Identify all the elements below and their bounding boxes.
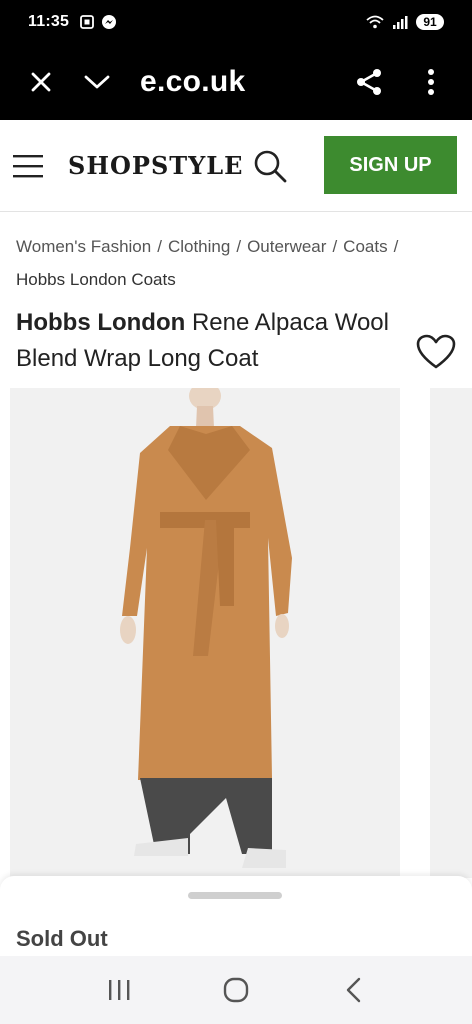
breadcrumb-item[interactable]: Outerwear (247, 237, 326, 256)
browser-toolbar: e.co.uk (0, 44, 472, 120)
recents-button[interactable] (99, 970, 139, 1010)
signal-icon (393, 16, 408, 29)
back-button[interactable] (333, 970, 373, 1010)
availability-status: Sold Out (16, 926, 108, 951)
screenshot-icon (80, 15, 94, 29)
url-text[interactable]: e.co.uk (140, 65, 245, 99)
breadcrumb-separator: / (393, 237, 399, 256)
more-options-button[interactable] (410, 61, 452, 103)
site-logo[interactable]: SHOPSTYLE (68, 151, 243, 180)
product-title: Hobbs London Rene Alpaca Wool Blend Wrap… (16, 305, 406, 377)
status-notification-icons (79, 14, 117, 30)
status-right: 91 (366, 14, 444, 30)
next-product-image-peek[interactable] (430, 388, 472, 878)
home-icon (223, 977, 249, 1003)
site-header: SHOPSTYLE SIGN UP (0, 120, 472, 212)
share-button[interactable] (348, 61, 390, 103)
back-icon (347, 977, 361, 1003)
battery-indicator: 91 (416, 14, 444, 30)
more-vert-icon (428, 69, 434, 95)
breadcrumb-separator: / (157, 237, 162, 256)
wifi-icon (366, 15, 384, 29)
menu-button[interactable] (12, 153, 44, 179)
breadcrumb-separator: / (332, 237, 338, 256)
heart-icon[interactable] (416, 334, 456, 370)
bottom-sheet: Sold Out (0, 876, 472, 956)
home-button[interactable] (216, 970, 256, 1010)
share-icon (357, 69, 381, 95)
breadcrumb-item[interactable]: Coats (343, 237, 387, 256)
breadcrumb-item[interactable]: Clothing (168, 237, 230, 256)
search-icon (255, 150, 287, 182)
close-icon (31, 72, 51, 92)
breadcrumb-item[interactable]: Women's Fashion (16, 237, 151, 256)
collapse-button[interactable] (76, 61, 118, 103)
breadcrumb-current[interactable]: Hobbs London Coats (16, 270, 176, 289)
breadcrumb: Women's Fashion / Clothing / Outerwear / Coats… (16, 230, 456, 296)
sheet-handle[interactable] (188, 892, 282, 899)
menu-icon (13, 154, 43, 177)
signup-button[interactable]: SIGN UP (324, 136, 457, 194)
system-nav-bar (0, 956, 472, 1024)
product-brand[interactable]: Hobbs London (16, 309, 185, 336)
search-button[interactable] (253, 149, 287, 183)
messenger-icon (102, 15, 117, 29)
coat-illustration (120, 388, 292, 868)
status-bar: 11:35 91 (0, 0, 472, 44)
close-tab-button[interactable] (20, 61, 62, 103)
recents-icon (108, 980, 130, 1000)
breadcrumb-separator: / (236, 237, 242, 256)
status-time: 11:35 (28, 13, 70, 30)
chevron-down-icon (84, 75, 110, 89)
product-image[interactable] (10, 388, 400, 878)
